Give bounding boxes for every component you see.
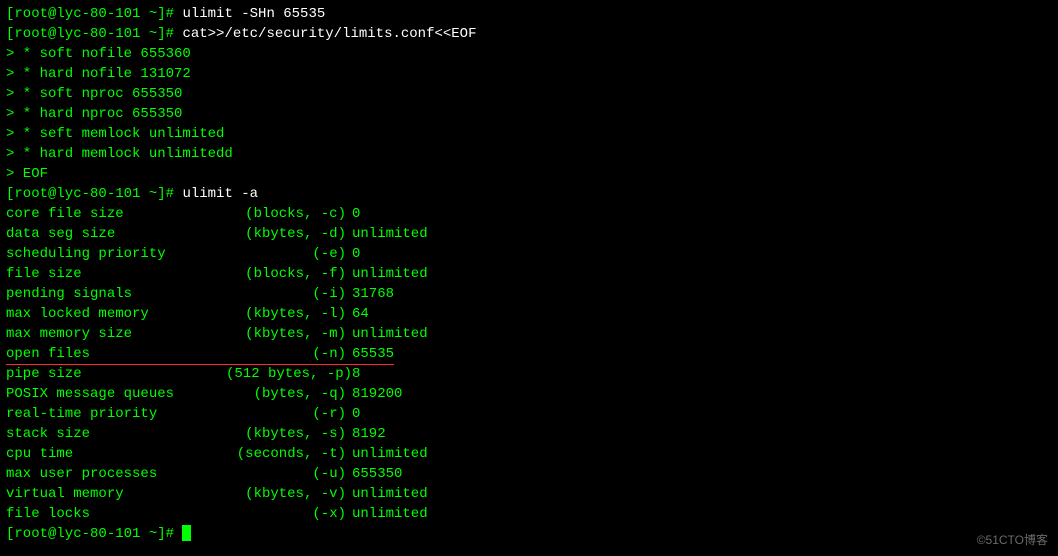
ulimit-label: pipe size xyxy=(6,364,226,384)
ulimit-label: core file size xyxy=(6,204,226,224)
heredoc-line: > * soft nofile 655360 xyxy=(6,44,1052,64)
ulimit-label: max user processes xyxy=(6,464,226,484)
ulimit-spec: (kbytes, -m) xyxy=(226,324,346,344)
ulimit-value: unlimited xyxy=(352,224,428,244)
ulimit-value: unlimited xyxy=(352,484,428,504)
watermark-text: ©51CTO博客 xyxy=(977,530,1048,550)
ulimit-value: 65535 xyxy=(352,344,394,364)
ulimit-value: unlimited xyxy=(352,264,428,284)
ulimit-row: pipe size(512 bytes, -p) 8 xyxy=(6,364,1052,384)
ulimit-value: 819200 xyxy=(352,384,402,404)
ulimit-spec: (seconds, -t) xyxy=(226,444,346,464)
ulimit-row: scheduling priority(-e) 0 xyxy=(6,244,1052,264)
heredoc-line: > EOF xyxy=(6,164,1052,184)
ulimit-row: virtual memory(kbytes, -v) unlimited xyxy=(6,484,1052,504)
ulimit-label: POSIX message queues xyxy=(6,384,226,404)
ulimit-spec: (-u) xyxy=(226,464,346,484)
heredoc-line: > * hard nproc 655350 xyxy=(6,104,1052,124)
ulimit-spec: (-n) xyxy=(226,344,346,364)
ulimit-label: pending signals xyxy=(6,284,226,304)
ulimit-spec: (blocks, -c) xyxy=(226,204,346,224)
command-line: [root@lyc-80-101 ~]# ulimit -a xyxy=(6,184,1052,204)
ulimit-row: max user processes(-u) 655350 xyxy=(6,464,1052,484)
ulimit-value: 0 xyxy=(352,204,360,224)
command-text: ulimit -SHn 65535 xyxy=(182,6,325,22)
shell-prompt: [root@lyc-80-101 ~]# xyxy=(6,186,182,202)
command-text: ulimit -a xyxy=(182,186,258,202)
ulimit-spec: (bytes, -q) xyxy=(226,384,346,404)
command-line: [root@lyc-80-101 ~]# cat>>/etc/security/… xyxy=(6,24,1052,44)
ulimit-value: unlimited xyxy=(352,324,428,344)
cursor-icon xyxy=(182,525,191,541)
ulimit-value: 64 xyxy=(352,304,369,324)
ulimit-spec: (-e) xyxy=(226,244,346,264)
ulimit-row: file locks(-x) unlimited xyxy=(6,504,1052,524)
ulimit-row: real-time priority(-r) 0 xyxy=(6,404,1052,424)
ulimit-value: 655350 xyxy=(352,464,402,484)
ulimit-spec: (kbytes, -d) xyxy=(226,224,346,244)
ulimit-row: core file size(blocks, -c) 0 xyxy=(6,204,1052,224)
ulimit-row: stack size(kbytes, -s) 8192 xyxy=(6,424,1052,444)
heredoc-line: > * hard nofile 131072 xyxy=(6,64,1052,84)
ulimit-value: 0 xyxy=(352,244,360,264)
ulimit-spec: (-x) xyxy=(226,504,346,524)
heredoc-line: > * soft nproc 655350 xyxy=(6,84,1052,104)
ulimit-label: scheduling priority xyxy=(6,244,226,264)
ulimit-row: data seg size(kbytes, -d) unlimited xyxy=(6,224,1052,244)
ulimit-value: 0 xyxy=(352,404,360,424)
ulimit-spec: (kbytes, -s) xyxy=(226,424,346,444)
highlighted-row: open files(-n) 65535 xyxy=(6,344,394,364)
command-line: [root@lyc-80-101 ~]# ulimit -SHn 65535 xyxy=(6,4,1052,24)
command-line[interactable]: [root@lyc-80-101 ~]# xyxy=(6,524,1052,544)
ulimit-spec: (blocks, -f) xyxy=(226,264,346,284)
ulimit-spec: (kbytes, -v) xyxy=(226,484,346,504)
ulimit-value: unlimited xyxy=(352,504,428,524)
terminal-output: [root@lyc-80-101 ~]# ulimit -SHn 65535 [… xyxy=(6,4,1052,544)
ulimit-label: max locked memory xyxy=(6,304,226,324)
ulimit-value: 31768 xyxy=(352,284,394,304)
ulimit-row: file size(blocks, -f) unlimited xyxy=(6,264,1052,284)
ulimit-row: max locked memory(kbytes, -l) 64 xyxy=(6,304,1052,324)
ulimit-label: cpu time xyxy=(6,444,226,464)
heredoc-line: > * hard memlock unlimitedd xyxy=(6,144,1052,164)
ulimit-row: max memory size(kbytes, -m) unlimited xyxy=(6,324,1052,344)
shell-prompt: [root@lyc-80-101 ~]# xyxy=(6,526,182,542)
ulimit-label: data seg size xyxy=(6,224,226,244)
ulimit-row: open files(-n) 65535 xyxy=(6,344,1052,364)
ulimit-label: file size xyxy=(6,264,226,284)
ulimit-value: 8 xyxy=(352,364,360,384)
ulimit-spec: (-r) xyxy=(226,404,346,424)
ulimit-label: max memory size xyxy=(6,324,226,344)
ulimit-label: virtual memory xyxy=(6,484,226,504)
command-text: cat>>/etc/security/limits.conf<<EOF xyxy=(182,26,476,42)
ulimit-spec: (512 bytes, -p) xyxy=(226,364,346,384)
ulimit-row: cpu time(seconds, -t) unlimited xyxy=(6,444,1052,464)
ulimit-label: stack size xyxy=(6,424,226,444)
ulimit-row: POSIX message queues(bytes, -q) 819200 xyxy=(6,384,1052,404)
ulimit-value: unlimited xyxy=(352,444,428,464)
ulimit-row: pending signals(-i) 31768 xyxy=(6,284,1052,304)
ulimit-label: open files xyxy=(6,344,226,364)
shell-prompt: [root@lyc-80-101 ~]# xyxy=(6,6,182,22)
ulimit-value: 8192 xyxy=(352,424,386,444)
ulimit-label: real-time priority xyxy=(6,404,226,424)
ulimit-label: file locks xyxy=(6,504,226,524)
heredoc-line: > * seft memlock unlimited xyxy=(6,124,1052,144)
ulimit-spec: (-i) xyxy=(226,284,346,304)
shell-prompt: [root@lyc-80-101 ~]# xyxy=(6,26,182,42)
ulimit-spec: (kbytes, -l) xyxy=(226,304,346,324)
